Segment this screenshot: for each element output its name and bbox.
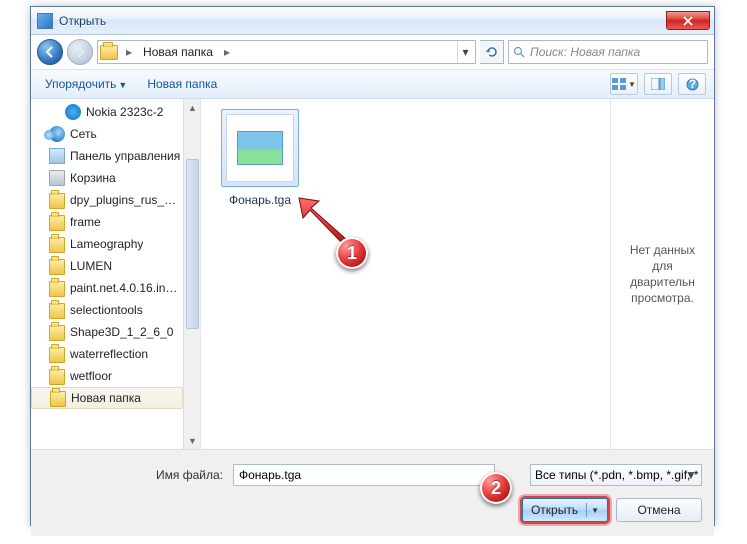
tree-item[interactable]: wetfloor bbox=[31, 365, 200, 387]
fold-icon bbox=[49, 303, 65, 319]
toolbar: Упорядочить▼ Новая папка ▼ ? bbox=[31, 69, 714, 99]
tree-item-label: Lameography bbox=[70, 237, 143, 251]
tree-item-label: paint.net.4.0.16.install bbox=[70, 281, 182, 295]
tree-item-label: Новая папка bbox=[71, 391, 141, 405]
thumbnails-icon bbox=[612, 78, 626, 90]
close-icon bbox=[683, 16, 693, 26]
search-input[interactable]: Поиск: Новая папка bbox=[508, 40, 708, 64]
net-icon bbox=[49, 126, 65, 142]
tree-item-label: Nokia 2323c-2 bbox=[86, 105, 163, 119]
open-dialog: Открыть ▸ Новая папка ▸ ▾ Поиск: Новая п… bbox=[30, 6, 715, 526]
breadcrumb-chevron-icon: ▸ bbox=[122, 45, 136, 59]
address-bar[interactable]: ▸ Новая папка ▸ ▾ bbox=[97, 40, 476, 64]
app-icon bbox=[37, 13, 53, 29]
tree-item[interactable]: waterreflection bbox=[31, 343, 200, 365]
fold-icon bbox=[49, 281, 65, 297]
tree-item-label: wetfloor bbox=[70, 369, 112, 383]
bin-icon bbox=[49, 170, 65, 186]
tree-item-label: Корзина bbox=[70, 171, 116, 185]
tree-item[interactable]: selectiontools bbox=[31, 299, 200, 321]
search-icon bbox=[513, 46, 526, 59]
preview-pane: Нет данных для дварительн просмотра. bbox=[610, 99, 714, 449]
fold-icon bbox=[49, 369, 65, 385]
breadcrumb-segment[interactable]: Новая папка bbox=[140, 45, 216, 59]
fold-icon bbox=[49, 193, 65, 209]
nav-bar: ▸ Новая папка ▸ ▾ Поиск: Новая папка bbox=[31, 35, 714, 69]
view-mode-button[interactable]: ▼ bbox=[610, 73, 638, 95]
scroll-down-button[interactable]: ▼ bbox=[184, 432, 201, 449]
tree-item-label: selectiontools bbox=[70, 303, 143, 317]
tree-item-label: Shape3D_1_2_6_0 bbox=[70, 325, 173, 339]
cp-icon bbox=[49, 148, 65, 164]
forward-arrow-icon bbox=[73, 45, 87, 59]
tree-item[interactable]: Lameography bbox=[31, 233, 200, 255]
tree-item[interactable]: dpy_plugins_rus_8_1 bbox=[31, 189, 200, 211]
tree-item-label: waterreflection bbox=[70, 347, 148, 361]
callout-marker-2: 2 bbox=[480, 472, 512, 504]
refresh-icon bbox=[485, 45, 499, 59]
forward-button bbox=[67, 39, 93, 65]
address-dropdown-button[interactable]: ▾ bbox=[457, 41, 473, 63]
dialog-body: Nokia 2323c-2 Сеть Панель управления Корзин… bbox=[31, 99, 714, 449]
file-name: Фонарь.tga bbox=[211, 193, 309, 207]
tree-item[interactable]: Nokia 2323c-2 bbox=[31, 101, 200, 123]
tree-item[interactable]: paint.net.4.0.16.install bbox=[31, 277, 200, 299]
window-title: Открыть bbox=[59, 14, 106, 28]
fold-icon bbox=[49, 237, 65, 253]
filename-input[interactable] bbox=[233, 464, 495, 486]
cancel-button[interactable]: Отмена bbox=[616, 498, 702, 522]
tree-item[interactable]: LUMEN bbox=[31, 255, 200, 277]
folder-icon bbox=[100, 45, 118, 60]
fold-icon bbox=[49, 347, 65, 363]
breadcrumb-chevron-icon: ▸ bbox=[220, 45, 234, 59]
image-thumbnail-icon bbox=[237, 131, 283, 165]
chevron-down-icon: ▼ bbox=[591, 506, 599, 515]
help-icon: ? bbox=[686, 78, 699, 91]
help-button[interactable]: ? bbox=[678, 73, 706, 95]
refresh-button[interactable] bbox=[480, 40, 504, 64]
tree-item[interactable]: Сеть bbox=[31, 123, 200, 145]
back-arrow-icon bbox=[43, 45, 57, 59]
back-button[interactable] bbox=[37, 39, 63, 65]
chevron-down-icon: ▼ bbox=[683, 467, 699, 483]
fold-icon bbox=[49, 215, 65, 231]
preview-empty-text: Нет данных для дварительн просмотра. bbox=[619, 242, 706, 307]
scroll-up-button[interactable]: ▲ bbox=[184, 99, 201, 116]
preview-pane-icon bbox=[651, 78, 665, 90]
tree-item[interactable]: Панель управления bbox=[31, 145, 200, 167]
open-button[interactable]: Открыть ▼ bbox=[522, 498, 608, 522]
organize-dropdown[interactable]: Упорядочить▼ bbox=[39, 74, 133, 94]
tree-item[interactable]: frame bbox=[31, 211, 200, 233]
search-placeholder: Поиск: Новая папка bbox=[530, 45, 640, 59]
file-type-combo[interactable]: Все типы (*.pdn, *.bmp, *.gif, * ▼ bbox=[530, 464, 702, 486]
tree-item[interactable]: Корзина bbox=[31, 167, 200, 189]
tree-item-label: Панель управления bbox=[70, 149, 180, 163]
file-list[interactable]: Фонарь.tga bbox=[201, 99, 610, 449]
tree-item-label: LUMEN bbox=[70, 259, 112, 273]
tree-item-label: frame bbox=[70, 215, 101, 229]
fold-icon bbox=[50, 391, 66, 407]
new-folder-button[interactable]: Новая папка bbox=[141, 74, 223, 94]
filename-label: Имя файла: bbox=[43, 468, 223, 482]
fold-icon bbox=[49, 259, 65, 275]
fold-icon bbox=[49, 325, 65, 341]
title-bar[interactable]: Открыть bbox=[31, 7, 714, 35]
footer: Имя файла: Все типы (*.pdn, *.bmp, *.gif… bbox=[31, 449, 714, 536]
tree-item-label: Сеть bbox=[70, 127, 97, 141]
bt-icon bbox=[65, 104, 81, 120]
tree-item[interactable]: Новая папка bbox=[31, 387, 183, 409]
file-item[interactable]: Фонарь.tga bbox=[211, 109, 309, 207]
tree-item-label: dpy_plugins_rus_8_1 bbox=[70, 193, 182, 207]
tree-scrollbar[interactable]: ▲ ▼ bbox=[183, 99, 200, 449]
nav-tree[interactable]: Nokia 2323c-2 Сеть Панель управления Корзин… bbox=[31, 99, 201, 449]
callout-marker-1: 1 bbox=[336, 237, 368, 269]
file-type-value: Все типы (*.pdn, *.bmp, *.gif, * bbox=[535, 468, 698, 482]
preview-pane-button[interactable] bbox=[644, 73, 672, 95]
close-button[interactable] bbox=[666, 11, 710, 30]
svg-text:?: ? bbox=[688, 78, 695, 91]
scroll-thumb[interactable] bbox=[186, 159, 199, 329]
tree-item[interactable]: Shape3D_1_2_6_0 bbox=[31, 321, 200, 343]
